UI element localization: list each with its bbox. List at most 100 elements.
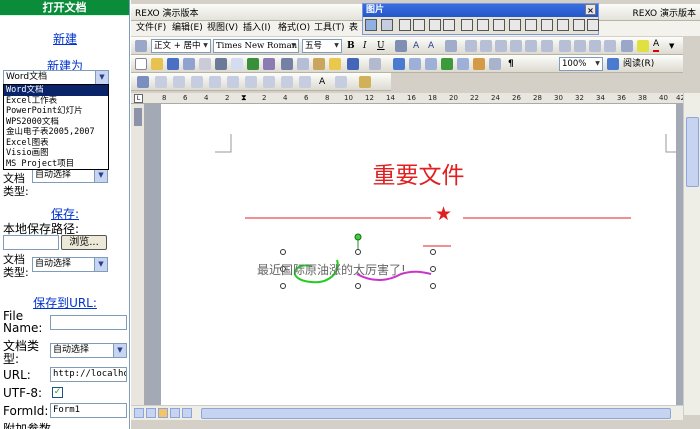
doc-type-dropdown-list[interactable]: Word文档 Excel工作表 PowerPoint幻灯片 WPS2000文档 … — [3, 84, 109, 170]
tables-borders-icon[interactable] — [409, 58, 421, 70]
shading-icon[interactable] — [263, 76, 275, 88]
dropdown-option[interactable]: WPS2000文档 — [4, 117, 108, 128]
char-border-icon[interactable]: A — [413, 39, 419, 53]
size-select[interactable]: 五号 ▼ — [302, 39, 342, 53]
style-select[interactable]: 正文 + 居中 ▼ — [151, 39, 211, 53]
less-brightness-icon[interactable] — [443, 19, 455, 31]
zoom-select[interactable]: 100% ▼ — [559, 57, 603, 71]
chevron-down-icon[interactable]: ▼ — [669, 39, 674, 53]
document-map-icon[interactable] — [489, 58, 501, 70]
menu-file[interactable]: 文件(F) — [136, 21, 166, 36]
align-left-icon[interactable] — [465, 40, 477, 52]
insert-frame-icon[interactable] — [245, 76, 257, 88]
picture-toolbar-caption[interactable]: 图片 × — [363, 4, 598, 17]
help-icon[interactable] — [607, 58, 619, 70]
dropdown-field-icon[interactable] — [191, 76, 203, 88]
less-contrast-icon[interactable] — [413, 19, 425, 31]
dropdown-option[interactable]: PowerPoint幻灯片 — [4, 106, 108, 117]
format-painter-icon[interactable] — [329, 58, 341, 70]
open-folder-icon[interactable] — [151, 58, 163, 70]
more-contrast-icon[interactable] — [399, 19, 411, 31]
chevron-down-icon[interactable]: ▼ — [95, 71, 108, 84]
print-view-icon[interactable] — [158, 408, 168, 418]
type3-select[interactable]: 自动选择 ▼ — [50, 343, 127, 358]
resize-handle[interactable] — [430, 266, 436, 272]
chevron-down-icon[interactable]: ▼ — [593, 58, 602, 70]
new-link[interactable]: 新建 — [0, 30, 129, 47]
insert-table-icon[interactable] — [425, 58, 437, 70]
menu-edit[interactable]: 编辑(E) — [172, 21, 203, 36]
dropdown-option[interactable]: 金山电子表2005,2007 — [4, 127, 108, 138]
char-shading-icon[interactable]: A — [428, 39, 434, 53]
read-button[interactable]: 阅读(R) — [623, 57, 654, 71]
research-icon[interactable] — [263, 58, 275, 70]
dropdown-option[interactable]: Excel图表 — [4, 138, 108, 149]
tab-selector-icon[interactable]: L — [134, 94, 143, 103]
checkbox-field-icon[interactable] — [173, 76, 185, 88]
more-brightness-icon[interactable] — [429, 19, 441, 31]
dropdown-option[interactable]: MS Project项目 — [4, 159, 108, 170]
font-select[interactable]: Times New Roman ▼ — [213, 39, 299, 53]
insert-picture-icon[interactable] — [365, 19, 377, 31]
menu-view[interactable]: 视图(V) — [207, 21, 238, 36]
formid-input[interactable]: Form1 — [50, 403, 127, 418]
chevron-down-icon[interactable]: ▼ — [113, 344, 126, 357]
menu-insert[interactable]: 插入(I) — [243, 21, 271, 36]
copy-icon[interactable] — [297, 58, 309, 70]
spelling-icon[interactable] — [247, 58, 259, 70]
drawing-icon[interactable] — [473, 58, 485, 70]
chevron-down-icon[interactable]: ▼ — [289, 40, 298, 52]
resize-handle[interactable] — [430, 249, 436, 255]
set-transparent-icon[interactable] — [557, 19, 569, 31]
reset-fields-icon[interactable] — [281, 76, 293, 88]
color-icon[interactable] — [381, 19, 393, 31]
email-icon[interactable] — [199, 58, 211, 70]
bold-icon[interactable]: B — [347, 39, 355, 53]
rotate-handle[interactable] — [354, 233, 362, 241]
resize-handle[interactable] — [355, 283, 361, 289]
compress-icon[interactable] — [509, 19, 521, 31]
resize-handle[interactable] — [355, 249, 361, 255]
menu-format[interactable]: 格式(O) — [278, 21, 310, 36]
text-wrap-icon[interactable] — [525, 19, 537, 31]
numbering-icon[interactable] — [559, 40, 571, 52]
protect-form-icon[interactable] — [299, 76, 311, 88]
underline-icon[interactable]: U — [377, 39, 385, 53]
chevron-down-icon[interactable]: ▼ — [332, 40, 341, 52]
dropdown-option[interactable]: Visio画图 — [4, 148, 108, 159]
redo-icon[interactable] — [369, 58, 381, 70]
border-icon[interactable] — [395, 40, 407, 52]
align-right-icon[interactable] — [495, 40, 507, 52]
horizontal-scrollbar[interactable] — [131, 405, 683, 420]
decrease-indent-icon[interactable] — [589, 40, 601, 52]
utf8-checkbox[interactable]: ✓ — [52, 387, 63, 398]
close-icon[interactable]: × — [585, 4, 596, 15]
resize-handle[interactable] — [280, 283, 286, 289]
cut-icon[interactable] — [281, 58, 293, 70]
dropdown-option[interactable]: Word文档 — [4, 85, 108, 96]
indent-marker-icon[interactable]: ⧗ — [241, 93, 249, 103]
font-color-icon[interactable]: A — [653, 39, 660, 52]
type-select[interactable]: 自动选择 ▼ — [32, 168, 108, 183]
print-preview-icon[interactable] — [231, 58, 243, 70]
browse-button[interactable]: 浏览... — [61, 235, 107, 250]
italic-icon[interactable]: I — [363, 39, 367, 53]
textbox-icon[interactable] — [335, 76, 347, 88]
edit-text-icon[interactable] — [137, 76, 149, 88]
hscroll-thumb[interactable] — [201, 408, 671, 419]
outline-view-icon[interactable] — [170, 408, 180, 418]
resize-handle[interactable] — [430, 283, 436, 289]
print-icon[interactable] — [215, 58, 227, 70]
align-center-icon[interactable] — [480, 40, 492, 52]
chevron-down-icon[interactable]: ▼ — [94, 169, 107, 182]
chevron-down-icon[interactable]: ▼ — [201, 40, 210, 52]
text-field-icon[interactable] — [155, 76, 167, 88]
pen-icon[interactable] — [573, 19, 585, 31]
field-options-icon[interactable] — [209, 76, 221, 88]
justify-icon[interactable] — [510, 40, 522, 52]
bullets-icon[interactable] — [574, 40, 586, 52]
file-name-input[interactable] — [50, 315, 127, 330]
menu-tools[interactable]: 工具(T) — [314, 21, 345, 36]
styles-icon[interactable] — [135, 40, 147, 52]
wordart-icon[interactable]: A — [319, 75, 325, 89]
